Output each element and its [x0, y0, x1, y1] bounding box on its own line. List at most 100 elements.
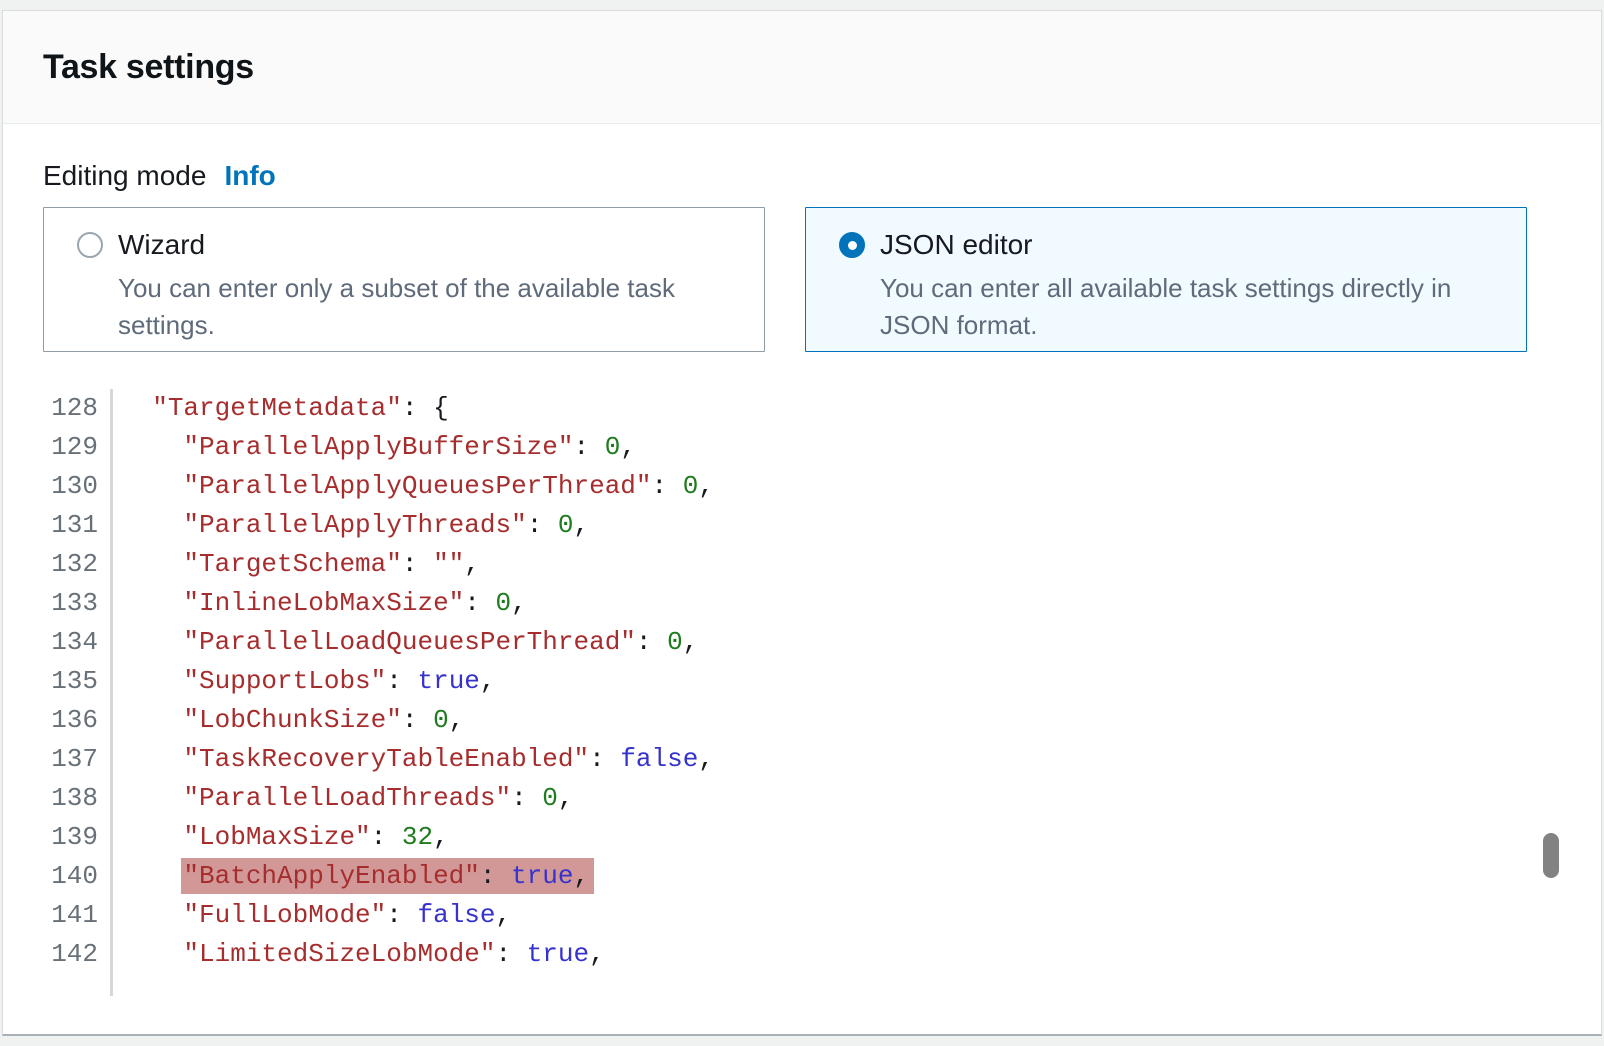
code-token-n: 0: [683, 471, 699, 501]
code-token-p: ,: [449, 705, 465, 735]
code-token-p: ,: [698, 471, 714, 501]
code-line[interactable]: "ParallelApplyBufferSize": 0,: [121, 428, 714, 467]
code-token-b: false: [417, 900, 495, 930]
code-token-p: :: [464, 588, 495, 618]
code-token-p: :: [589, 744, 620, 774]
code-token-p: ,: [480, 666, 496, 696]
code-line[interactable]: "LobMaxSize": 32,: [121, 818, 714, 857]
code-token-k: "LobMaxSize": [183, 822, 370, 852]
code-line[interactable]: "FullLobMode": false,: [121, 896, 714, 935]
code-token-p: ,: [683, 627, 699, 657]
line-number: 136: [43, 701, 98, 740]
code-token-b: true: [511, 861, 573, 891]
line-number: 130: [43, 467, 98, 506]
code-token-k: "ParallelApplyThreads": [183, 510, 526, 540]
line-number: 129: [43, 428, 98, 467]
line-number: 140: [43, 857, 98, 896]
code-token-p: :: [386, 900, 417, 930]
line-number: 134: [43, 623, 98, 662]
json-editor-option-card[interactable]: JSON editor You can enter all available …: [805, 207, 1527, 352]
code-token-p: :: [527, 510, 558, 540]
code-token-p: ,: [574, 861, 590, 891]
json-editor-option-label: JSON editor: [880, 229, 1033, 261]
code-token-p: :: [652, 471, 683, 501]
code-line[interactable]: "TargetSchema": "",: [121, 545, 714, 584]
line-number: 135: [43, 662, 98, 701]
code-token-p: ,: [698, 744, 714, 774]
code-token-k: "TargetMetadata": [152, 393, 402, 423]
json-code-editor[interactable]: 1281291301311321331341351361371381391401…: [43, 389, 1561, 996]
code-token-s: "": [433, 549, 464, 579]
code-token-k: "InlineLobMaxSize": [183, 588, 464, 618]
panel-body: Editing mode Info Wizard You can enter o…: [3, 124, 1601, 996]
line-number: 128: [43, 389, 98, 428]
editing-mode-field-row: Editing mode Info: [43, 160, 1561, 192]
code-token-p: ,: [558, 783, 574, 813]
code-token-p: :: [480, 861, 511, 891]
code-token-k: "ParallelLoadQueuesPerThread": [183, 627, 635, 657]
line-number: 141: [43, 896, 98, 935]
line-number-gutter: 1281291301311321331341351361371381391401…: [43, 389, 113, 996]
code-line[interactable]: "LimitedSizeLobMode": true,: [121, 935, 714, 974]
code-token-n: 0: [542, 783, 558, 813]
wizard-radio-button[interactable]: [77, 232, 103, 258]
code-token-b: false: [620, 744, 698, 774]
code-line[interactable]: "ParallelApplyThreads": 0,: [121, 506, 714, 545]
code-token-p: ,: [620, 432, 636, 462]
code-token-b: true: [417, 666, 479, 696]
code-token-k: "BatchApplyEnabled": [183, 861, 479, 891]
panel-header: Task settings: [3, 11, 1601, 124]
line-number: 142: [43, 935, 98, 974]
highlighted-code: "BatchApplyEnabled": true,: [181, 858, 594, 894]
scrollbar-thumb[interactable]: [1543, 833, 1559, 878]
code-token-p: :: [574, 432, 605, 462]
code-token-k: "ParallelApplyBufferSize": [183, 432, 573, 462]
page-title: Task settings: [43, 48, 254, 87]
code-line[interactable]: "TaskRecoveryTableEnabled": false,: [121, 740, 714, 779]
code-content[interactable]: "TargetMetadata": { "ParallelApplyBuffer…: [113, 389, 714, 996]
code-line[interactable]: "TargetMetadata": {: [121, 389, 714, 428]
code-token-p: :: [495, 939, 526, 969]
code-token-k: "LimitedSizeLobMode": [183, 939, 495, 969]
code-token-p: ,: [496, 900, 512, 930]
code-line[interactable]: "ParallelApplyQueuesPerThread": 0,: [121, 467, 714, 506]
editing-mode-label: Editing mode: [43, 160, 206, 192]
code-token-k: "FullLobMode": [183, 900, 386, 930]
line-number: 139: [43, 818, 98, 857]
line-number: 137: [43, 740, 98, 779]
task-settings-panel: Task settings Editing mode Info Wizard Y…: [2, 10, 1602, 1036]
code-token-p: ,: [433, 822, 449, 852]
code-token-n: 0: [496, 588, 512, 618]
code-token-p: :: [402, 705, 433, 735]
code-line[interactable]: "ParallelLoadQueuesPerThread": 0,: [121, 623, 714, 662]
code-token-n: 0: [605, 432, 621, 462]
code-token-p: :: [511, 783, 542, 813]
code-token-k: "LobChunkSize": [183, 705, 401, 735]
code-token-p: :: [402, 549, 433, 579]
wizard-radio-row: Wizard: [77, 229, 724, 261]
code-token-n: 0: [667, 627, 683, 657]
code-token-p: ,: [574, 510, 590, 540]
code-token-p: ,: [589, 939, 605, 969]
code-line[interactable]: "LobChunkSize": 0,: [121, 701, 714, 740]
code-line[interactable]: "ParallelLoadThreads": 0,: [121, 779, 714, 818]
wizard-option-label: Wizard: [118, 229, 205, 261]
code-token-p: : {: [402, 393, 449, 423]
code-token-p: :: [636, 627, 667, 657]
json-editor-option-description: You can enter all available task setting…: [880, 270, 1485, 344]
code-token-k: "ParallelLoadThreads": [183, 783, 511, 813]
info-link[interactable]: Info: [224, 160, 275, 192]
wizard-option-card[interactable]: Wizard You can enter only a subset of th…: [43, 207, 765, 352]
code-token-n: 0: [558, 510, 574, 540]
code-line[interactable]: "InlineLobMaxSize": 0,: [121, 584, 714, 623]
code-token-k: "SupportLobs": [183, 666, 386, 696]
line-number: 132: [43, 545, 98, 584]
code-line[interactable]: "SupportLobs": true,: [121, 662, 714, 701]
code-line[interactable]: "BatchApplyEnabled": true,: [121, 857, 714, 896]
editing-mode-options: Wizard You can enter only a subset of th…: [43, 207, 1561, 352]
json-editor-radio-row: JSON editor: [839, 229, 1486, 261]
code-token-b: true: [527, 939, 589, 969]
code-token-p: ,: [511, 588, 527, 618]
code-token-n: 0: [433, 705, 449, 735]
json-editor-radio-button[interactable]: [839, 232, 865, 258]
